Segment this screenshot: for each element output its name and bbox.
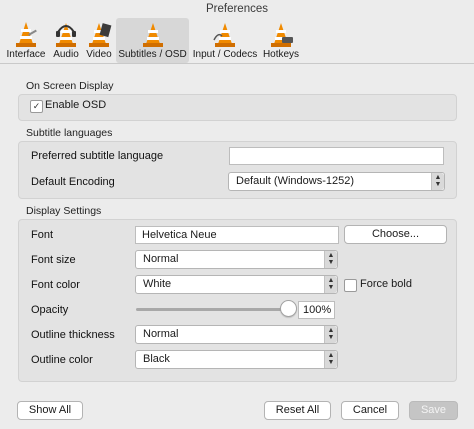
preferred-language-input[interactable] [229, 147, 444, 165]
default-encoding-label: Default Encoding [31, 176, 115, 188]
tab-video[interactable]: Video [84, 18, 114, 63]
opacity-slider-track[interactable] [136, 308, 288, 311]
updown-arrows-icon: ▲ ▼ [324, 251, 337, 268]
updown-arrows-icon: ▲ ▼ [324, 276, 337, 293]
reset-all-button[interactable]: Reset All [264, 401, 331, 420]
outline-color-label: Outline color [31, 354, 93, 366]
updown-arrows-icon: ▲ ▼ [324, 326, 337, 343]
tab-hotkeys[interactable]: Hotkeys [261, 18, 301, 63]
outline-thickness-select[interactable]: Normal ▲ ▼ [135, 325, 338, 344]
tab-label: Video [86, 49, 112, 60]
cone-subtitles-icon [142, 23, 163, 47]
select-value: Normal [143, 328, 179, 340]
tab-label: Audio [53, 49, 79, 60]
preferences-toolbar: Interface Audio Video Subtitles / OSD In… [0, 18, 474, 64]
default-encoding-select[interactable]: Default (Windows-1252) ▲ ▼ [228, 172, 445, 191]
opacity-value-field[interactable]: 100% [298, 301, 335, 319]
tab-label: Interface [6, 49, 46, 60]
cone-cable-icon [213, 23, 235, 47]
updown-arrows-icon: ▲ ▼ [431, 173, 444, 190]
font-input[interactable]: Helvetica Neue [135, 226, 339, 244]
enable-osd-label: Enable OSD [45, 99, 107, 111]
tab-interface[interactable]: Interface [4, 18, 48, 63]
opacity-label: Opacity [31, 304, 69, 316]
cone-keyboard-icon [271, 23, 293, 47]
tab-input-codecs[interactable]: Input / Codecs [191, 18, 259, 63]
show-all-button[interactable]: Show All [17, 401, 83, 420]
force-bold-checkbox[interactable] [344, 279, 357, 292]
font-label: Font [31, 229, 54, 241]
font-color-label: Font color [31, 279, 80, 291]
cone-headphones-icon [56, 23, 76, 47]
save-button[interactable]: Save [409, 401, 458, 420]
tab-audio[interactable]: Audio [50, 18, 82, 63]
select-value: White [143, 278, 172, 290]
opacity-slider-knob[interactable] [279, 300, 297, 317]
font-size-select[interactable]: Normal ▲ ▼ [135, 250, 338, 269]
choose-font-button[interactable]: Choose... [344, 225, 447, 244]
select-value: Default (Windows-1252) [236, 175, 354, 187]
select-value: Black [143, 353, 170, 365]
checkmark-icon: ✓ [32, 101, 41, 111]
window-title: Preferences [205, 3, 268, 15]
preferred-language-label: Preferred subtitle language [31, 150, 164, 162]
outline-thickness-label: Outline thickness [31, 329, 115, 341]
cancel-button[interactable]: Cancel [341, 401, 399, 420]
enable-osd-checkbox[interactable]: ✓ [30, 100, 43, 113]
tab-subtitles-osd[interactable]: Subtitles / OSD [116, 18, 189, 63]
select-value: Normal [143, 253, 179, 265]
outline-color-select[interactable]: Black ▲ ▼ [135, 350, 338, 369]
updown-arrows-icon: ▲ ▼ [324, 351, 337, 368]
cone-with-tools-icon [16, 22, 37, 47]
tab-label: Input / Codecs [192, 49, 258, 60]
font-color-select[interactable]: White ▲ ▼ [135, 275, 338, 294]
osd-section-title: On Screen Display [26, 80, 114, 92]
display-settings-section-title: Display Settings [26, 205, 102, 217]
tab-label: Hotkeys [262, 49, 300, 60]
subtitle-languages-section-title: Subtitle languages [26, 127, 113, 139]
force-bold-label: Force bold [360, 278, 412, 290]
font-size-label: Font size [31, 254, 76, 266]
tab-label: Subtitles / OSD [118, 49, 187, 60]
cone-film-icon [89, 23, 112, 47]
